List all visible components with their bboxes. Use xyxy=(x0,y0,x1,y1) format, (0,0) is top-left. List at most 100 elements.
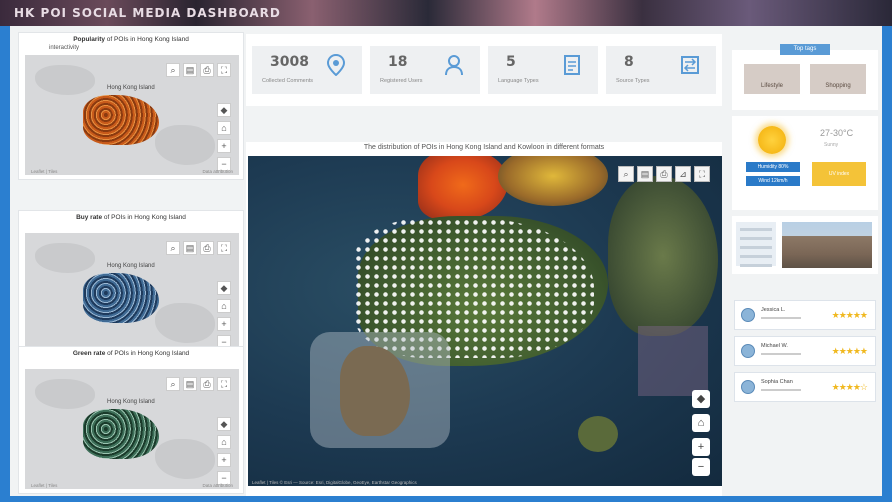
island-label: Hong Kong Island xyxy=(107,399,155,405)
review-item[interactable]: Sophia Chan ★★★★☆ xyxy=(734,372,876,402)
tag-lifestyle[interactable]: Lifestyle xyxy=(744,64,800,94)
map-attribution: Leaflet | Tiles xyxy=(31,169,58,174)
temperature: 27-30°C xyxy=(820,128,854,138)
weather-uv: UV index xyxy=(812,162,866,186)
layers-icon[interactable]: ▤ xyxy=(183,241,197,255)
map-zoom-controls: ◆ ⌂ + − xyxy=(217,417,231,485)
measure-icon[interactable]: ⊿ xyxy=(675,166,691,182)
zoom-in-button[interactable]: + xyxy=(217,139,231,153)
stat-value: 18 xyxy=(388,54,408,70)
buy-rate-panel: Buy rate of POIs in Hong Kong Island Hon… xyxy=(18,210,244,358)
avatar xyxy=(741,308,755,322)
poi-photo-card[interactable] xyxy=(732,216,878,274)
popularity-panel: Popularity of POIs in Hong Kong Island i… xyxy=(18,32,244,180)
small-island xyxy=(578,416,618,452)
stat-card-sources: 8 Source Types xyxy=(606,46,716,94)
weather-panel: 27-30°C Sunny Humidity 80% Wind 12km/h U… xyxy=(732,116,878,210)
dashboard-frame: Popularity of POIs in Hong Kong Island i… xyxy=(10,26,882,496)
print-icon[interactable]: ⎙ xyxy=(656,166,672,182)
reviewer-name: Sophia Chan xyxy=(761,379,793,385)
compass-icon[interactable]: ◆ xyxy=(217,417,231,431)
transfer-icon xyxy=(681,56,699,74)
fullscreen-icon[interactable]: ⛶ xyxy=(694,166,710,182)
rating-stars: ★★★★☆ xyxy=(831,382,868,392)
island-label: Hong Kong Island xyxy=(107,263,155,269)
map-toolbar: ⌕ ▤ ⎙ ⛶ xyxy=(166,377,231,391)
reviewer-name: Michael W. xyxy=(761,343,788,349)
green-rate-heat-island xyxy=(83,409,159,459)
main-map-panel: The distribution of POIs in Hong Kong Is… xyxy=(246,142,722,496)
green-rate-panel: Green rate of POIs in Hong Kong Island H… xyxy=(18,346,244,494)
map-toolbar: ⌕ ▤ ⎙ ⛶ xyxy=(166,63,231,77)
search-icon[interactable]: ⌕ xyxy=(618,166,634,182)
buy-rate-heat-island xyxy=(83,273,159,323)
compass-icon[interactable]: ◆ xyxy=(217,103,231,117)
green-rate-title: Green rate of POIs in Hong Kong Island xyxy=(72,350,190,357)
avatar xyxy=(741,380,755,394)
tag-shopping[interactable]: Shopping xyxy=(810,64,866,94)
rating-stars: ★★★★★ xyxy=(831,346,868,356)
map-toolbar: ⌕ ▤ ⎙ ⛶ xyxy=(166,241,231,255)
avatar xyxy=(741,344,755,358)
zoom-out-button[interactable]: − xyxy=(692,458,710,476)
tags-panel: Top tags Lifestyle Shopping xyxy=(732,44,878,110)
home-icon[interactable]: ⌂ xyxy=(217,299,231,313)
banner-title: HK POI SOCIAL MEDIA DASHBOARD xyxy=(14,6,281,20)
rating-stars: ★★★★★ xyxy=(831,310,868,320)
map-attribution-right: Data attribution xyxy=(202,169,233,174)
stat-label: Registered Users xyxy=(380,78,423,84)
map-attribution: Leaflet | Tiles © Esri — Source: Esri, D… xyxy=(252,480,417,485)
green-rate-map[interactable]: Hong Kong Island ⌕ ▤ ⎙ ⛶ ◆ ⌂ + − Leaflet… xyxy=(25,369,239,489)
map-title: The distribution of POIs in Hong Kong Is… xyxy=(363,144,605,151)
zoom-in-button[interactable]: + xyxy=(217,453,231,467)
fullscreen-icon[interactable]: ⛶ xyxy=(217,63,231,77)
print-icon[interactable]: ⎙ xyxy=(200,241,214,255)
map-zoom-controls: ◆ ⌂ + − xyxy=(217,281,231,349)
weather-humidity: Humidity 80% xyxy=(746,162,800,172)
compass-icon[interactable]: ◆ xyxy=(217,281,231,295)
top-banner: HK POI SOCIAL MEDIA DASHBOARD xyxy=(0,0,892,26)
print-icon[interactable]: ⎙ xyxy=(200,377,214,391)
home-icon[interactable]: ⌂ xyxy=(217,435,231,449)
popularity-heat-island xyxy=(83,95,159,145)
zoom-in-button[interactable]: + xyxy=(217,317,231,331)
review-item[interactable]: Michael W. ★★★★★ xyxy=(734,336,876,366)
popularity-map[interactable]: Hong Kong Island ⌕ ▤ ⎙ ⛶ ◆ ⌂ + − Leaflet… xyxy=(25,55,239,175)
stat-card-languages: 5 Language Types xyxy=(488,46,598,94)
compass-icon[interactable]: ◆ xyxy=(692,390,710,408)
poi-photo xyxy=(782,222,872,268)
buy-rate-title: Buy rate of POIs in Hong Kong Island xyxy=(76,214,186,221)
review-text xyxy=(761,389,801,391)
buy-rate-map[interactable]: Hong Kong Island ⌕ ▤ ⎙ ⛶ ◆ ⌂ + − Leaflet… xyxy=(25,233,239,353)
review-item[interactable]: Jessica L. ★★★★★ xyxy=(734,300,876,330)
layers-icon[interactable]: ▤ xyxy=(637,166,653,182)
tags-header: Top tags xyxy=(780,44,830,55)
weather-condition: Sunny xyxy=(824,142,839,148)
home-icon[interactable]: ⌂ xyxy=(692,414,710,432)
search-icon[interactable]: ⌕ xyxy=(166,241,180,255)
search-icon[interactable]: ⌕ xyxy=(166,63,180,77)
urban-area-kowloon xyxy=(418,156,508,220)
east-region-highlight xyxy=(638,326,708,396)
stat-label: Source Types xyxy=(616,78,650,84)
zoom-in-button[interactable]: + xyxy=(692,438,710,456)
right-column: Top tags Lifestyle Shopping 27-30°C Sunn… xyxy=(732,32,878,492)
reviewer-name: Jessica L. xyxy=(761,307,786,313)
print-icon[interactable]: ⎙ xyxy=(200,63,214,77)
weather-wind: Wind 12km/h xyxy=(746,176,800,186)
sun-icon xyxy=(758,126,786,154)
fullscreen-icon[interactable]: ⛶ xyxy=(217,377,231,391)
urban-area-north xyxy=(498,156,608,206)
layers-icon[interactable]: ▤ xyxy=(183,63,197,77)
satellite-map[interactable]: ⌕ ▤ ⎙ ⊿ ⛶ ◆ ⌂ + − Leaflet | Tiles © Esri… xyxy=(248,156,722,486)
popularity-subtitle: interactivity xyxy=(49,45,80,51)
left-column: Popularity of POIs in Hong Kong Island i… xyxy=(18,32,244,494)
center-column: 3008 Collected Comments 18 Registered Us… xyxy=(246,32,722,496)
search-icon[interactable]: ⌕ xyxy=(166,377,180,391)
fullscreen-icon[interactable]: ⛶ xyxy=(217,241,231,255)
location-pin-icon xyxy=(326,54,346,76)
island-label: Hong Kong Island xyxy=(107,85,155,91)
reviews-list: Jessica L. ★★★★★ Michael W. ★★★★★ Sophia… xyxy=(732,300,878,410)
layers-icon[interactable]: ▤ xyxy=(183,377,197,391)
home-icon[interactable]: ⌂ xyxy=(217,121,231,135)
